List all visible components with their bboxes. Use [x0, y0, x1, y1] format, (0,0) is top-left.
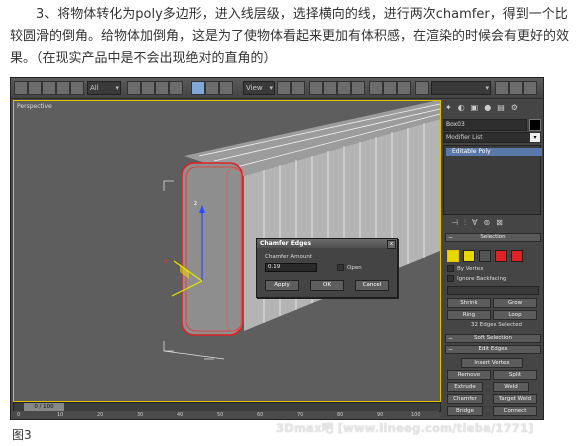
scale-icon[interactable]: [219, 81, 233, 95]
stack-tools-icons[interactable]: ⊣⫶∀⊚⊠: [451, 218, 535, 228]
shrink-button[interactable]: Shrink: [447, 298, 491, 308]
region-select-icon[interactable]: [155, 81, 169, 95]
bridge-button[interactable]: Bridge: [447, 406, 483, 416]
weld-button[interactable]: Weld: [493, 382, 529, 392]
ruler-tick-100: 100: [411, 412, 421, 418]
open-label: Open: [347, 265, 362, 271]
box-front-face: [182, 163, 242, 335]
unlink-icon[interactable]: [56, 81, 70, 95]
ruler-tick-0: 0: [17, 412, 21, 418]
element-level-icon[interactable]: [511, 250, 523, 262]
redo-icon[interactable]: [28, 81, 42, 95]
edit-edges-rollout[interactable]: Edit Edges: [445, 345, 541, 354]
by-vertex-checkbox[interactable]: By Vertex: [447, 265, 483, 272]
edge-level-icon[interactable]: [463, 250, 475, 262]
stack-item-editable-poly[interactable]: Editable Poly: [446, 148, 542, 156]
ruler-tick-60: 60: [257, 412, 264, 418]
ignore-backfacing-checkbox[interactable]: Ignore Backfacing: [447, 275, 506, 282]
svg-text:z: z: [194, 200, 197, 207]
chevron-down-icon[interactable]: ▾: [529, 132, 541, 143]
polygon-level-icon[interactable]: [495, 250, 507, 262]
link-icon[interactable]: [42, 81, 56, 95]
bind-icon[interactable]: [70, 81, 84, 95]
extrude-button[interactable]: Extrude: [447, 382, 483, 392]
selection-rollout[interactable]: Selection: [445, 233, 541, 242]
ruler-tick-10: 10: [57, 412, 64, 418]
target-weld-button[interactable]: Target Weld: [493, 394, 537, 404]
article-body-text: 3、将物体转化为poly多边形，进入线层级，选择横向的线，进行两次chamfer…: [10, 7, 570, 66]
grow-button[interactable]: Grow: [493, 298, 537, 308]
ruler-tick-80: 80: [337, 412, 344, 418]
ruler-tick-40: 40: [177, 412, 184, 418]
chamfer-amount-label: Chamfer Amount: [265, 254, 312, 260]
object-color-swatch[interactable]: [529, 119, 541, 131]
time-slider[interactable]: 0 / 100: [24, 403, 64, 411]
split-button[interactable]: Split: [493, 370, 537, 380]
modifier-stack: Editable Poly: [443, 145, 542, 215]
remove-button[interactable]: Remove: [447, 370, 491, 380]
selection-filter-dropdown[interactable]: All: [87, 81, 121, 95]
ignore-backfacing-label: Ignore Backfacing: [457, 276, 507, 282]
vertex-level-icon[interactable]: [447, 250, 459, 262]
window-crossing-icon[interactable]: [169, 81, 183, 95]
chamfer-button[interactable]: Chamfer: [447, 394, 483, 404]
select-manipulate-icon[interactable]: [291, 81, 305, 95]
object-name-field[interactable]: Box03: [443, 119, 527, 131]
chamfer-amount-spinner[interactable]: 0.19: [265, 263, 317, 272]
reference-coordinate-dropdown[interactable]: View: [243, 81, 275, 95]
figure-caption: 图3: [12, 428, 32, 442]
percent-snap-icon[interactable]: [337, 81, 351, 95]
loop-button[interactable]: Loop: [493, 310, 537, 320]
align-icon[interactable]: [397, 81, 411, 95]
ring-button[interactable]: Ring: [447, 310, 491, 320]
soft-selection-rollout[interactable]: Soft Selection: [445, 334, 541, 343]
material-editor-icon[interactable]: [509, 81, 523, 95]
render-icon[interactable]: [523, 81, 537, 95]
border-level-icon[interactable]: [479, 250, 491, 262]
snap-icon[interactable]: [309, 81, 323, 95]
named-selection-icon[interactable]: [369, 81, 383, 95]
ruler-tick-90: 90: [377, 412, 384, 418]
curve-editor-icon[interactable]: [495, 81, 509, 95]
insert-vertex-button[interactable]: Insert Vertex: [461, 358, 523, 368]
open-checkbox[interactable]: Open: [337, 264, 362, 271]
by-vertex-label: By Vertex: [457, 266, 484, 272]
main-toolbar: All View: [11, 78, 543, 99]
by-angle-row[interactable]: [447, 286, 539, 295]
apply-button[interactable]: Apply: [265, 280, 299, 291]
undo-icon[interactable]: [14, 81, 28, 95]
selection-status: 32 Edges Selected: [471, 322, 523, 328]
layer-manager-icon[interactable]: [415, 81, 429, 95]
ruler-tick-20: 20: [97, 412, 104, 418]
select-by-name-icon[interactable]: [141, 81, 155, 95]
spinner-snap-icon[interactable]: [351, 81, 365, 95]
cancel-button[interactable]: Cancel: [355, 280, 389, 291]
ruler-tick-50: 50: [217, 412, 224, 418]
select-object-icon[interactable]: [127, 81, 141, 95]
panel-tabs[interactable]: ✦◐▣●▤⚙: [445, 103, 524, 112]
ruler-tick-30: 30: [137, 412, 144, 418]
pivot-icon[interactable]: [277, 81, 291, 95]
chamfer-edges-dialog: Chamfer Edges x Chamfer Amount 0.19 Open…: [256, 238, 398, 298]
move-icon[interactable]: [191, 81, 205, 95]
close-icon[interactable]: x: [387, 240, 396, 249]
angle-snap-icon[interactable]: [323, 81, 337, 95]
mirror-icon[interactable]: [383, 81, 397, 95]
ruler-tick-70: 70: [297, 412, 304, 418]
named-selection-sets-dropdown[interactable]: [431, 81, 491, 95]
dialog-title[interactable]: Chamfer Edges: [257, 239, 397, 248]
ok-button[interactable]: OK: [310, 280, 344, 291]
modifier-list-dropdown[interactable]: Modifier List: [443, 132, 531, 143]
watermark: 3Dmax吧 [www.lineeg.com/tieba/1771]: [276, 421, 534, 435]
rotate-icon[interactable]: [205, 81, 219, 95]
article-paragraph: 3、将物体转化为poly多边形，进入线层级，选择横向的线，进行两次chamfer…: [10, 4, 580, 70]
3dsmax-screenshot: All View Perspective: [10, 77, 544, 420]
command-panel: ✦◐▣●▤⚙ Box03 Modifier List ▾ Editable Po…: [441, 100, 543, 418]
connect-button[interactable]: Connect: [493, 406, 537, 416]
track-bar-ruler: 0 10 20 30 40 50 60 70 80 90 100: [13, 411, 439, 419]
svg-text:x: x: [164, 258, 168, 265]
